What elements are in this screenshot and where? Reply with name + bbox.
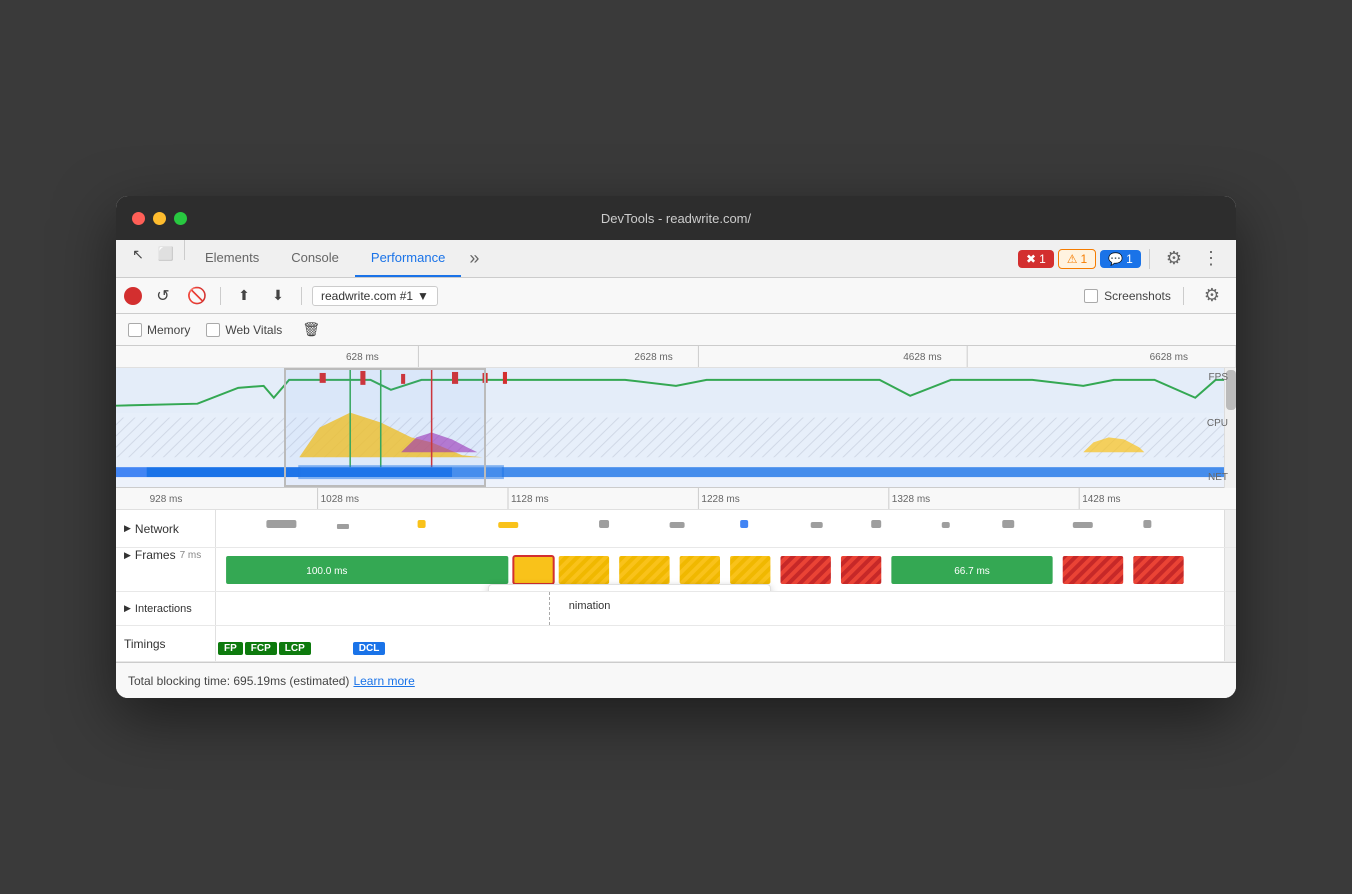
traffic-lights bbox=[132, 212, 187, 225]
device-toggle-button[interactable]: ⬜ bbox=[152, 240, 180, 268]
tab-elements[interactable]: Elements bbox=[189, 240, 275, 277]
title-bar: DevTools - readwrite.com/ bbox=[116, 196, 1236, 240]
svg-text:100.0 ms: 100.0 ms bbox=[306, 566, 347, 577]
net-label: NET bbox=[1208, 472, 1228, 483]
fp-badge: FP bbox=[218, 638, 243, 656]
marker-line bbox=[549, 592, 550, 625]
options-row: Memory Web Vitals 🗑 bbox=[116, 314, 1236, 346]
svg-text:628 ms: 628 ms bbox=[346, 352, 379, 363]
memory-option: Memory bbox=[128, 323, 190, 337]
svg-text:1228 ms: 1228 ms bbox=[701, 494, 739, 505]
svg-text:2628 ms: 2628 ms bbox=[634, 352, 672, 363]
svg-text:1128 ms: 1128 ms bbox=[511, 494, 549, 505]
interactions-track-content[interactable]: nimation bbox=[216, 592, 1224, 625]
web-vitals-option: Web Vitals bbox=[206, 323, 282, 337]
network-track-content[interactable] bbox=[216, 510, 1224, 547]
interaction-label: nimation bbox=[569, 600, 611, 612]
tab-bar: ↖ ⬜ Elements Console Performance » ✖ 1 bbox=[116, 240, 1236, 278]
divider bbox=[1149, 249, 1150, 269]
svg-text:1428 ms: 1428 ms bbox=[1082, 494, 1120, 505]
cpu-label: CPU bbox=[1207, 418, 1228, 429]
memory-checkbox[interactable] bbox=[128, 323, 142, 337]
download-profile-button[interactable]: ⬇ bbox=[265, 283, 291, 309]
clear-button[interactable]: 🚫 bbox=[184, 283, 210, 309]
fcp-badge: FCP bbox=[245, 638, 277, 656]
detail-tracks: ▶ Network bbox=[116, 510, 1236, 662]
frames-track-label[interactable]: ▶ Frames 7 ms bbox=[116, 548, 216, 591]
timings-track-content[interactable]: FP FCP LCP DCL bbox=[216, 626, 1224, 661]
chevron-down-icon: ▼ bbox=[417, 289, 429, 303]
frame-tooltip: 16.7 ms ~ 60 fps Partially Presented Fra… bbox=[488, 584, 770, 591]
web-vitals-checkbox[interactable] bbox=[206, 323, 220, 337]
network-track-label[interactable]: ▶ Network bbox=[116, 510, 216, 547]
interactions-track-label[interactable]: ▶ Interactions bbox=[116, 592, 216, 625]
profile-selector[interactable]: readwrite.com #1 ▼ bbox=[312, 286, 438, 306]
maximize-button[interactable] bbox=[174, 212, 187, 225]
triangle-icon: ▶ bbox=[124, 523, 131, 534]
perf-toolbar: ↺ 🚫 ⬆ ⬇ readwrite.com #1 ▼ Screenshots ⚙ bbox=[116, 278, 1236, 314]
status-bar: Total blocking time: 695.19ms (estimated… bbox=[116, 662, 1236, 698]
timings-track: Timings FP FCP LCP DCL bbox=[116, 626, 1236, 662]
upload-profile-button[interactable]: ⬆ bbox=[231, 283, 257, 309]
window-title: DevTools - readwrite.com/ bbox=[601, 211, 751, 226]
inspect-element-button[interactable]: ↖ bbox=[124, 240, 152, 268]
fps-label: FPS bbox=[1209, 372, 1228, 383]
triangle-icon: ▶ bbox=[124, 550, 131, 561]
divider bbox=[1183, 287, 1184, 305]
track-scrollbar[interactable] bbox=[1224, 592, 1236, 625]
lcp-badge: LCP bbox=[279, 638, 311, 656]
learn-more-link[interactable]: Learn more bbox=[353, 674, 414, 688]
track-scrollbar[interactable] bbox=[1224, 510, 1236, 547]
tab-badges: ✖ 1 ⚠ 1 💬 1 ⚙ ⋮ bbox=[1018, 240, 1228, 277]
screenshots-row: Screenshots bbox=[1084, 289, 1171, 303]
warning-badge[interactable]: ⚠ 1 bbox=[1058, 249, 1096, 269]
overview-section[interactable]: FPS CPU NET bbox=[116, 368, 1236, 488]
timings-track-label[interactable]: Timings bbox=[116, 626, 216, 661]
error-badge[interactable]: ✖ 1 bbox=[1018, 250, 1054, 268]
devtools-body: ↖ ⬜ Elements Console Performance » ✖ 1 bbox=[116, 240, 1236, 698]
tab-performance[interactable]: Performance bbox=[355, 240, 461, 277]
network-chart bbox=[216, 510, 1224, 547]
track-scrollbar[interactable] bbox=[1224, 548, 1236, 591]
overview-chart bbox=[116, 368, 1236, 487]
reload-record-button[interactable]: ↺ bbox=[150, 283, 176, 309]
svg-text:6628 ms: 6628 ms bbox=[1150, 352, 1188, 363]
frames-sublabel: 7 ms bbox=[180, 550, 202, 561]
capture-settings-icon[interactable]: ⚙ bbox=[1196, 285, 1228, 306]
svg-text:66.7 ms: 66.7 ms bbox=[954, 566, 990, 577]
triangle-icon: ▶ bbox=[124, 603, 131, 614]
record-button[interactable] bbox=[124, 287, 142, 305]
timeline-container: 628 ms 2628 ms 4628 ms 6628 ms FPS CPU N… bbox=[116, 346, 1236, 488]
delete-recording-button[interactable]: 🗑 bbox=[298, 317, 324, 343]
tab-console[interactable]: Console bbox=[275, 240, 355, 277]
settings-icon[interactable]: ⚙ bbox=[1158, 248, 1190, 269]
screenshots-checkbox[interactable] bbox=[1084, 289, 1098, 303]
info-badge[interactable]: 💬 1 bbox=[1100, 250, 1141, 268]
divider bbox=[184, 240, 185, 260]
frames-track-content[interactable]: 100.0 ms bbox=[216, 548, 1224, 591]
detail-ruler: 928 ms 1028 ms 1128 ms 1228 ms 1328 ms 1… bbox=[116, 488, 1236, 510]
svg-text:1328 ms: 1328 ms bbox=[892, 494, 930, 505]
svg-text:4628 ms: 4628 ms bbox=[903, 352, 941, 363]
svg-text:928 ms: 928 ms bbox=[150, 494, 183, 505]
devtools-window: DevTools - readwrite.com/ ↖ ⬜ Elements C… bbox=[116, 196, 1236, 698]
frames-track: ▶ Frames 7 ms 100.0 ms bbox=[116, 548, 1236, 592]
tab-overflow-button[interactable]: » bbox=[461, 240, 487, 277]
divider bbox=[220, 287, 221, 305]
svg-text:1028 ms: 1028 ms bbox=[321, 494, 359, 505]
minimize-button[interactable] bbox=[153, 212, 166, 225]
interactions-track: ▶ Interactions nimation bbox=[116, 592, 1236, 626]
close-button[interactable] bbox=[132, 212, 145, 225]
divider bbox=[301, 287, 302, 305]
overview-ruler: 628 ms 2628 ms 4628 ms 6628 ms bbox=[116, 346, 1236, 368]
track-scrollbar[interactable] bbox=[1224, 626, 1236, 661]
network-track: ▶ Network bbox=[116, 510, 1236, 548]
more-menu-icon[interactable]: ⋮ bbox=[1194, 248, 1228, 269]
dcl-badge: DCL bbox=[353, 638, 386, 656]
